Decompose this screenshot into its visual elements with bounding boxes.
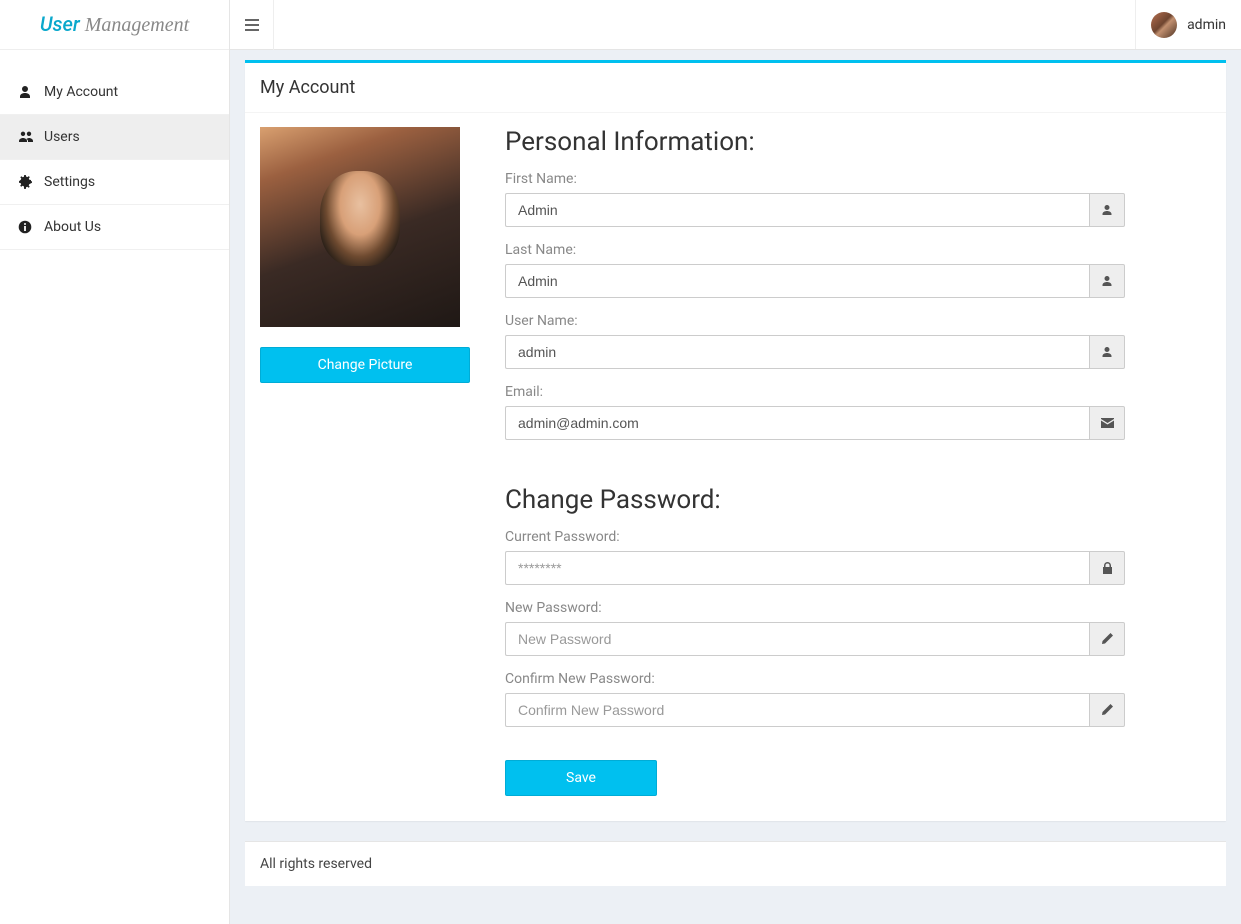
- first-name-label: First Name:: [505, 171, 1125, 187]
- sidebar-item-my-account[interactable]: My Account: [0, 70, 229, 115]
- username-label: admin: [1187, 17, 1226, 33]
- email-label: Email:: [505, 384, 1125, 400]
- sidebar-item-label: Users: [44, 129, 80, 145]
- user-icon: [1089, 264, 1125, 298]
- profile-picture: [260, 127, 460, 327]
- username-label: User Name:: [505, 313, 1125, 329]
- current-password-label: Current Password:: [505, 529, 1125, 545]
- sidebar-item-label: About Us: [44, 219, 101, 235]
- confirm-password-input[interactable]: [505, 693, 1089, 727]
- personal-info-heading: Personal Information:: [505, 127, 1125, 157]
- avatar: [1151, 12, 1177, 38]
- gear-icon: [18, 175, 40, 189]
- sidebar-nav: My Account Users Settings About Us: [0, 70, 229, 250]
- topbar: admin: [230, 0, 1241, 50]
- user-menu[interactable]: admin: [1135, 0, 1241, 49]
- last-name-label: Last Name:: [505, 242, 1125, 258]
- current-password-input[interactable]: [505, 551, 1089, 585]
- change-picture-button[interactable]: Change Picture: [260, 347, 470, 383]
- user-icon: [1089, 193, 1125, 227]
- hamburger-icon: [245, 19, 259, 31]
- first-name-input[interactable]: [505, 193, 1089, 227]
- pencil-icon: [1089, 622, 1125, 656]
- footer: All rights reserved: [245, 841, 1226, 886]
- sidebar: User Management My Account Users Sett: [0, 0, 230, 924]
- email-input[interactable]: [505, 406, 1089, 440]
- my-account-panel: My Account Change Picture Personal Infor…: [245, 60, 1226, 821]
- pencil-icon: [1089, 693, 1125, 727]
- logo-part2: Management: [85, 14, 189, 36]
- sidebar-toggle[interactable]: [230, 0, 274, 50]
- confirm-password-label: Confirm New Password:: [505, 671, 1125, 687]
- envelope-icon: [1089, 406, 1125, 440]
- sidebar-item-users[interactable]: Users: [0, 115, 229, 160]
- logo-part1: User: [40, 12, 85, 36]
- new-password-label: New Password:: [505, 600, 1125, 616]
- page-title: My Account: [245, 63, 1226, 113]
- footer-text: All rights reserved: [260, 856, 372, 872]
- change-password-heading: Change Password:: [505, 485, 1125, 515]
- new-password-input[interactable]: [505, 622, 1089, 656]
- user-icon: [1089, 335, 1125, 369]
- username-input[interactable]: [505, 335, 1089, 369]
- app-logo: User Management: [0, 0, 229, 50]
- sidebar-item-settings[interactable]: Settings: [0, 160, 229, 205]
- lock-icon: [1089, 551, 1125, 585]
- sidebar-item-about[interactable]: About Us: [0, 205, 229, 250]
- users-icon: [18, 130, 40, 144]
- sidebar-item-label: My Account: [44, 84, 118, 100]
- save-button[interactable]: Save: [505, 760, 657, 796]
- info-icon: [18, 220, 40, 234]
- user-icon: [18, 85, 40, 99]
- sidebar-item-label: Settings: [44, 174, 95, 190]
- last-name-input[interactable]: [505, 264, 1089, 298]
